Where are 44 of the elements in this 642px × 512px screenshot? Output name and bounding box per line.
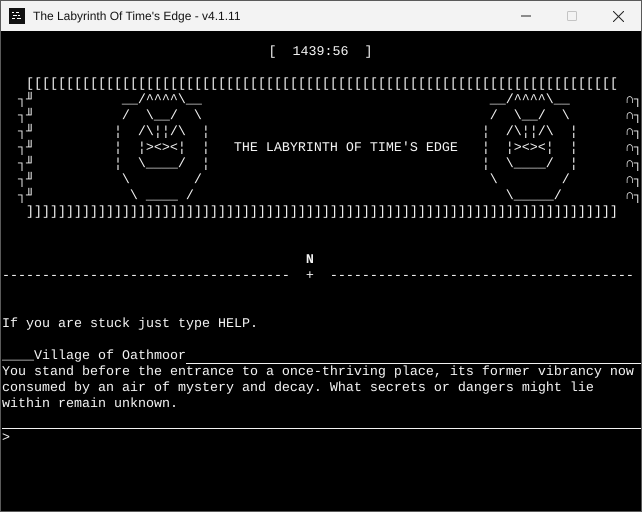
dashed-rule: ------------------------------------	[2, 269, 290, 285]
help-hint-text: If you are stuck just type HELP.	[2, 317, 258, 333]
clock-art-line: __/^^^^\__	[120, 93, 203, 109]
app-icon	[9, 8, 25, 24]
close-icon	[612, 10, 624, 22]
banner-title: THE LABYRINTH OF TIME'S EDGE	[234, 141, 458, 157]
border-glyph: ∩┐	[626, 157, 642, 173]
clock-art-line: __/^^^^\__	[488, 93, 571, 109]
clock-art-line: \ /	[120, 173, 203, 189]
timer-text: [ 1439:56 ]	[268, 45, 372, 61]
clock-art-line: ¦ \____/ ¦	[114, 157, 210, 173]
clock-art-line: / \__/ \	[120, 109, 203, 125]
clock-art-line: \ /	[488, 173, 571, 189]
border-glyph: ∩┐	[626, 125, 642, 141]
border-glyph: ┐╜	[18, 189, 34, 205]
border-glyph: ∩┐	[626, 93, 642, 109]
banner-top-edge: [[[[[[[[[[[[[[[[[[[[[[[[[[[[[[[[[[[[[[[[[[[[[[[[[[[[[[[[[[[[[[[[[[[[[[[[[[	[26, 77, 618, 92]
compass-north-label: N	[306, 253, 314, 269]
command-prompt: >	[2, 431, 10, 447]
clock-art-line: ¦ \____/ ¦	[482, 157, 578, 173]
border-glyph: ┐╜	[18, 109, 34, 124]
location-description: You stand before the entrance to a once-thriving place, its former vibrancy now consumed by an air of mystery and decay. What secrets or dangers might lie within remain unknown.	[2, 365, 641, 429]
clock-art-line: ¦ /\¦¦/\ ¦	[114, 125, 210, 141]
compass-center-mark: +	[306, 269, 314, 285]
clock-art-line: ¦ /\¦¦/\ ¦	[482, 125, 578, 141]
border-glyph: ┐╜	[18, 93, 34, 108]
clock-art-line: ¦ ¦><><¦ ¦	[482, 141, 578, 157]
window-title: The Labyrinth Of Time's Edge - v4.1.11	[33, 9, 242, 23]
clock-art-line: / \__/ \	[488, 109, 571, 125]
border-glyph: ∩┐	[626, 109, 642, 125]
border-glyph: ┐╜	[18, 157, 34, 172]
location-heading: ____Village of Oathmoor	[2, 349, 186, 365]
clock-art-line: \ ____ /	[128, 189, 195, 205]
border-glyph: ┐╜	[18, 173, 34, 188]
border-glyph: ∩┐	[626, 189, 642, 205]
border-glyph: ∩┐	[626, 141, 642, 157]
banner-bottom-edge: ]]]]]]]]]]]]]]]]]]]]]]]]]]]]]]]]]]]]]]]]]]]]]]]]]]]]]]]]]]]]]]]]]]]]]]]]]]	[26, 205, 618, 221]
clock-art-line: ¦ ¦><><¦ ¦	[114, 141, 210, 157]
clock-art-line: \_____/	[504, 189, 563, 205]
border-glyph: ∩┐	[626, 173, 642, 189]
border-glyph: ┐╜	[18, 141, 34, 156]
dashed-rule: --------------------------------------	[330, 269, 634, 285]
maximize-icon	[567, 11, 577, 21]
border-glyph: ┐╜	[18, 125, 34, 140]
